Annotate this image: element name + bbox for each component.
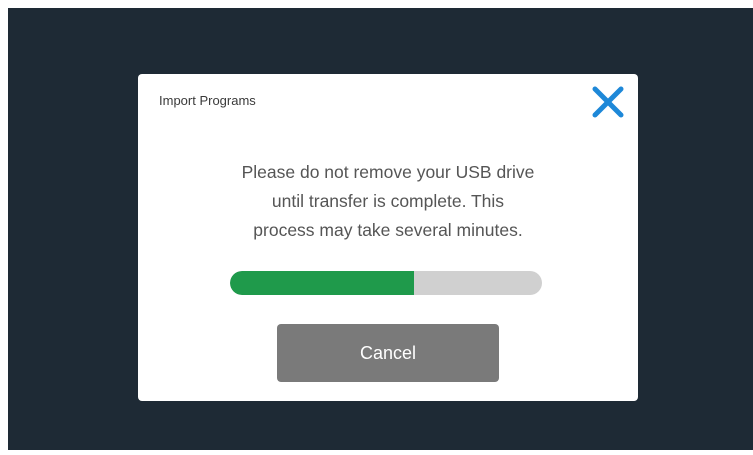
close-icon — [592, 86, 624, 118]
message-line: process may take several minutes. — [253, 220, 523, 240]
import-dialog: Import Programs Please do not remove you… — [138, 74, 638, 401]
cancel-button[interactable]: Cancel — [277, 324, 499, 382]
progress-fill — [230, 271, 415, 295]
dialog-message: Please do not remove your USB drive unti… — [178, 158, 598, 245]
message-line: Please do not remove your USB drive — [241, 162, 535, 182]
progress-bar — [230, 271, 542, 295]
dialog-title: Import Programs — [159, 93, 256, 108]
message-line: until transfer is complete. This — [271, 191, 505, 211]
screen-background: Import Programs Please do not remove you… — [8, 8, 753, 450]
close-button[interactable] — [588, 82, 628, 122]
